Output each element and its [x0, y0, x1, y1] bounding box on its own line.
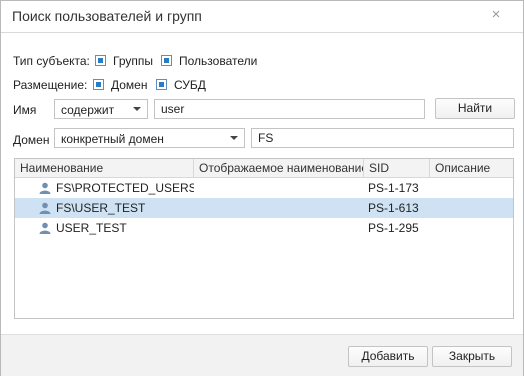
- dbms-checkbox-label[interactable]: СУБД: [174, 78, 206, 92]
- row-description: [435, 198, 511, 218]
- domain-checkbox[interactable]: [93, 79, 104, 90]
- add-button[interactable]: Добавить: [348, 346, 428, 367]
- table-row[interactable]: FS\USER_TEST PS-1-613: [15, 198, 513, 218]
- row-description: [435, 178, 511, 198]
- dbms-checkbox[interactable]: [156, 79, 167, 90]
- column-header-sid[interactable]: SID: [364, 159, 430, 177]
- domain-mode-select[interactable]: конкретный домен: [54, 128, 245, 148]
- row-sid: PS-1-173: [368, 181, 419, 195]
- row-display-name: [199, 178, 359, 198]
- column-header-description[interactable]: Описание: [430, 159, 513, 177]
- domain-input[interactable]: [251, 128, 514, 148]
- checkbox-mark: [164, 58, 169, 63]
- domain-mode-value: конкретный домен: [61, 132, 164, 146]
- domain-checkbox-label[interactable]: Домен: [111, 78, 148, 92]
- row-name: FS\PROTECTED_USERS: [56, 181, 194, 195]
- row-name: USER_TEST: [56, 221, 127, 235]
- row-description: [435, 218, 511, 238]
- close-icon[interactable]: ×: [489, 7, 503, 23]
- subject-type-label: Тип субъекта:: [13, 54, 90, 68]
- user-icon: [39, 222, 51, 234]
- close-button[interactable]: Закрыть: [432, 346, 512, 367]
- checkbox-mark: [159, 82, 164, 87]
- row-display-name: [199, 198, 359, 218]
- find-button[interactable]: Найти: [435, 98, 515, 119]
- users-checkbox[interactable]: [161, 55, 172, 66]
- chevron-down-icon: [230, 136, 238, 140]
- table-row[interactable]: FS\PROTECTED_USERS PS-1-173: [15, 178, 513, 198]
- user-icon: [39, 182, 51, 194]
- search-users-groups-dialog: Поиск пользователей и групп × Тип субъек…: [0, 0, 524, 376]
- name-condition-value: содержит: [61, 103, 115, 117]
- table-row[interactable]: USER_TEST PS-1-295: [15, 218, 513, 238]
- user-icon: [39, 202, 51, 214]
- domain-label: Домен: [13, 133, 50, 147]
- name-search-input[interactable]: [154, 99, 425, 119]
- chevron-down-icon: [133, 107, 141, 111]
- users-checkbox-label[interactable]: Пользователи: [179, 54, 257, 68]
- row-name: FS\USER_TEST: [56, 201, 146, 215]
- groups-checkbox[interactable]: [95, 55, 106, 66]
- row-sid: PS-1-613: [368, 201, 419, 215]
- checkbox-mark: [96, 82, 101, 87]
- name-label: Имя: [13, 103, 37, 117]
- column-header-name[interactable]: Наименование: [15, 159, 194, 177]
- row-sid: PS-1-295: [368, 221, 419, 235]
- placement-label: Размещение:: [13, 78, 88, 92]
- checkbox-mark: [98, 58, 103, 63]
- dialog-footer: Добавить Закрыть: [1, 334, 523, 376]
- column-header-display-name[interactable]: Отображаемое наименование: [194, 159, 364, 177]
- name-condition-select[interactable]: содержит: [54, 99, 148, 119]
- table-header: Наименование Отображаемое наименование S…: [15, 159, 513, 178]
- dialog-titlebar: Поиск пользователей и групп ×: [1, 1, 523, 33]
- results-table: Наименование Отображаемое наименование S…: [14, 158, 514, 319]
- groups-checkbox-label[interactable]: Группы: [113, 54, 153, 68]
- row-display-name: [199, 218, 359, 238]
- dialog-title: Поиск пользователей и групп: [12, 8, 202, 24]
